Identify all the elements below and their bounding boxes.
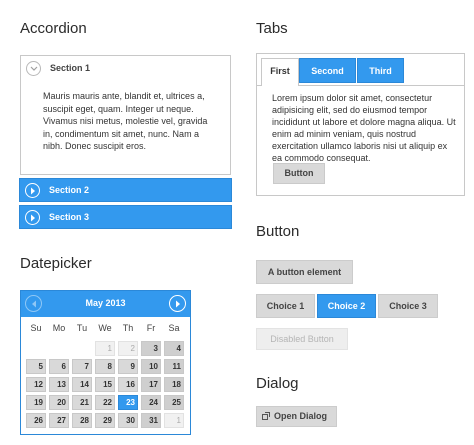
datepicker-day[interactable]: 24	[141, 395, 161, 410]
datepicker-month-label: May 2013	[85, 298, 126, 308]
new-window-icon	[262, 412, 270, 420]
datepicker-day[interactable]: 26	[26, 413, 46, 428]
tab-third[interactable]: Third	[357, 58, 404, 83]
datepicker-calendar: May 2013 Su Mo Tu We Th Fr Sa 1 2 3 4 5 6 7 8 9 10 11 12 1…	[20, 290, 191, 435]
datepicker-day[interactable]: 18	[164, 377, 184, 392]
disabled-button: Disabled Button	[256, 328, 348, 350]
datepicker-day[interactable]: 30	[118, 413, 138, 428]
datepicker-day[interactable]: 5	[26, 359, 46, 374]
accordion-section-1-content: Mauris mauris ante, blandit et, ultrices…	[43, 91, 208, 152]
chevron-right-icon	[25, 183, 40, 198]
tabs-heading: Tabs	[256, 20, 288, 37]
choice-2-button[interactable]: Choice 2	[317, 294, 376, 318]
accordion-section-3-title: Section 3	[49, 212, 90, 222]
datepicker-day[interactable]: 14	[72, 377, 92, 392]
choice-1-button[interactable]: Choice 1	[256, 294, 315, 318]
next-month-icon[interactable]	[169, 295, 186, 312]
tabs-widget: First Second Third Lorem ipsum dolor sit…	[256, 53, 465, 196]
datepicker-day[interactable]: 2	[118, 341, 138, 356]
button-element[interactable]: A button element	[256, 260, 353, 284]
datepicker-day[interactable]: 11	[164, 359, 184, 374]
chevron-right-icon	[25, 210, 40, 225]
weekday-label: Th	[122, 323, 134, 333]
open-dialog-label: Open Dialog	[274, 411, 328, 421]
tab-panel-content: Lorem ipsum dolor sit amet, consectetur …	[272, 93, 456, 163]
datepicker-day[interactable]: 19	[26, 395, 46, 410]
weekday-label: Tu	[76, 323, 88, 333]
weekday-label: We	[98, 323, 112, 333]
datepicker-day[interactable]: 15	[95, 377, 115, 392]
datepicker-day[interactable]: 4	[164, 341, 184, 356]
datepicker-day[interactable]: 29	[95, 413, 115, 428]
datepicker-day[interactable]: 7	[72, 359, 92, 374]
datepicker-day[interactable]: 21	[72, 395, 92, 410]
weekday-label: Su	[30, 323, 42, 333]
accordion-heading: Accordion	[20, 20, 87, 37]
weekday-label: Fr	[146, 323, 156, 333]
tab-second[interactable]: Second	[299, 58, 356, 83]
datepicker-day[interactable]: 20	[49, 395, 69, 410]
weekday-label: Mo	[52, 323, 66, 333]
datepicker-heading: Datepicker	[20, 255, 92, 272]
button-heading: Button	[256, 223, 300, 240]
choice-3-button[interactable]: Choice 3	[378, 294, 438, 318]
datepicker-header: May 2013	[21, 291, 190, 317]
datepicker-day[interactable]: 6	[49, 359, 69, 374]
datepicker-day[interactable]: 23	[118, 395, 138, 410]
datepicker-day[interactable]: 28	[72, 413, 92, 428]
accordion-section-2-title: Section 2	[49, 185, 90, 195]
tab-first[interactable]: First	[261, 58, 299, 86]
accordion-section-1: Section 1 Mauris mauris ante, blandit et…	[20, 55, 231, 175]
datepicker-day[interactable]: 16	[118, 377, 138, 392]
datepicker-day[interactable]: 22	[95, 395, 115, 410]
datepicker-day[interactable]: 25	[164, 395, 184, 410]
datepicker-day[interactable]: 3	[141, 341, 161, 356]
datepicker-day[interactable]: 9	[118, 359, 138, 374]
datepicker-day[interactable]: 10	[141, 359, 161, 374]
datepicker-day[interactable]: 1	[95, 341, 115, 356]
weekday-label: Sa	[168, 323, 180, 333]
datepicker-day[interactable]: 31	[141, 413, 161, 428]
datepicker-day[interactable]: 8	[95, 359, 115, 374]
tab-panel-button[interactable]: Button	[273, 163, 325, 184]
datepicker-day[interactable]: 17	[141, 377, 161, 392]
accordion-section-1-header[interactable]: Section 1	[21, 56, 230, 80]
chevron-down-icon	[26, 61, 41, 76]
datepicker-day[interactable]: 1	[164, 413, 184, 428]
datepicker-day[interactable]: 12	[26, 377, 46, 392]
accordion-section-2-header[interactable]: Section 2	[19, 178, 232, 202]
datepicker-day[interactable]: 13	[49, 377, 69, 392]
accordion-section-3-header[interactable]: Section 3	[19, 205, 232, 229]
datepicker-day[interactable]: 27	[49, 413, 69, 428]
open-dialog-button[interactable]: Open Dialog	[256, 406, 337, 427]
dialog-heading: Dialog	[256, 375, 299, 392]
accordion-section-1-title: Section 1	[50, 63, 91, 73]
